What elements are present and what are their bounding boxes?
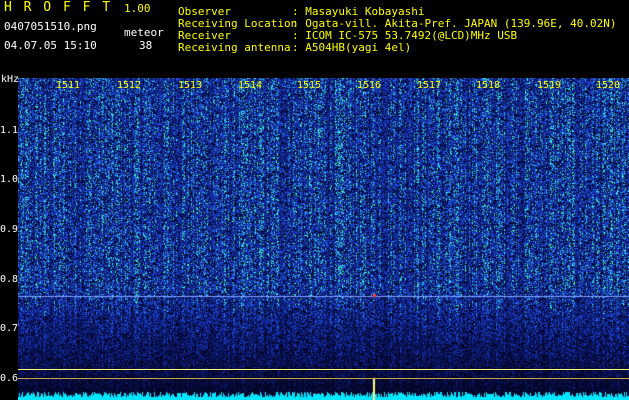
y-label-0.7: 0.7 <box>0 323 19 334</box>
minute-label: 1518 <box>476 80 501 91</box>
y-label-0.9: 0.9 <box>0 224 19 235</box>
header-panel: H R O F F T 1.00 0407051510.png meteor 0… <box>0 0 629 74</box>
minute-label: 1519 <box>537 80 562 91</box>
filename: 0407051510.png <box>4 20 97 33</box>
app-title: H R O F F T <box>4 0 113 15</box>
minute-label: 1517 <box>417 80 442 91</box>
minute-label: 1516 <box>357 80 382 91</box>
minute-label: 1511 <box>56 80 81 91</box>
reference-line <box>18 378 629 379</box>
unit-label: kHz <box>1 74 20 85</box>
y-label-0.6: 0.6 <box>0 373 19 384</box>
minute-label: 1520 <box>596 80 621 91</box>
meteor-label: meteor <box>124 26 164 39</box>
reference-line <box>18 369 629 370</box>
y-label-1.0: 1.0 <box>0 174 19 185</box>
y-label-1.1: 1.1 <box>0 125 19 136</box>
minute-label: 1515 <box>297 80 322 91</box>
meteor-count: 38 <box>139 39 153 52</box>
y-label-0.8: 0.8 <box>0 274 19 285</box>
spectrogram-canvas <box>18 78 629 400</box>
minute-label: 1512 <box>117 80 142 91</box>
minute-label: 1513 <box>178 80 203 91</box>
minute-label: 1514 <box>238 80 263 91</box>
antenna-label: Receiving antenna <box>178 41 291 54</box>
app-version: 1.00 <box>124 2 151 15</box>
antenna-value: : A504HB(yagi 4el) <box>292 41 412 54</box>
datetime: 04.07.05 15:10 <box>4 39 97 52</box>
